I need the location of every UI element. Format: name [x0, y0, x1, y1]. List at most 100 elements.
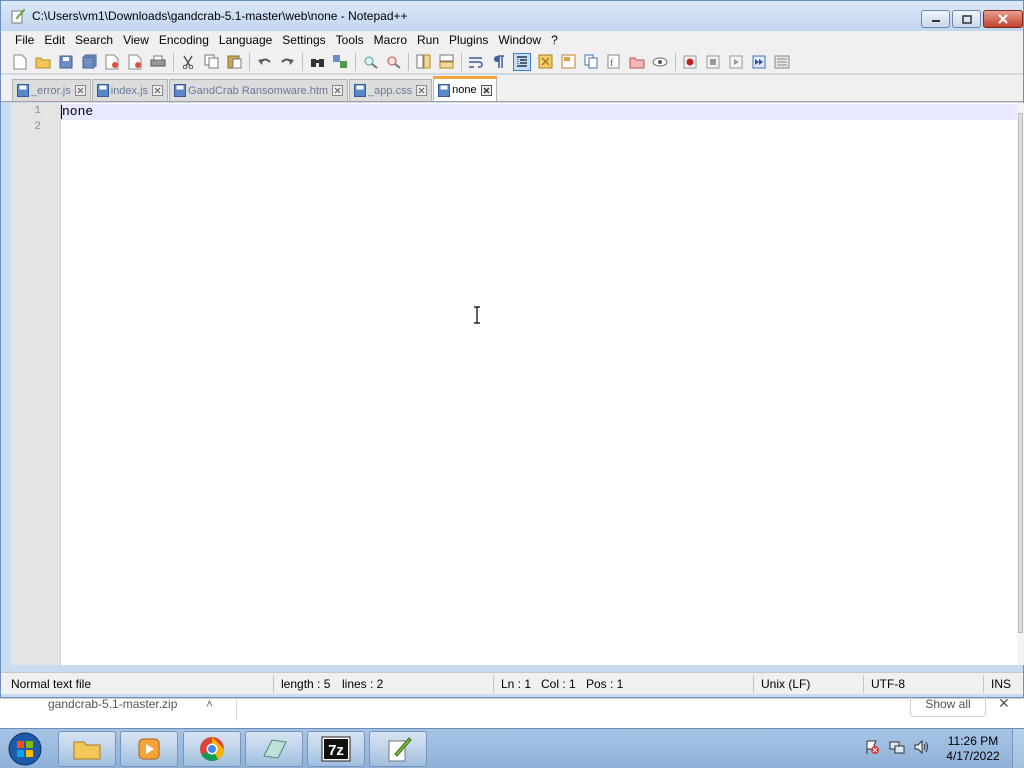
menu-edit[interactable]: Edit [39, 31, 70, 50]
vertical-scrollbar[interactable] [1017, 103, 1024, 665]
tab-close-icon[interactable] [416, 85, 428, 96]
menu-help[interactable]: ? [546, 31, 563, 50]
menu-plugins[interactable]: Plugins [444, 31, 493, 50]
doc-map-button[interactable] [559, 53, 577, 71]
new-file-button[interactable] [11, 53, 29, 71]
code-area[interactable]: none [61, 103, 1017, 665]
status-file-type: Normal text file [11, 677, 92, 691]
menu-settings[interactable]: Settings [277, 31, 330, 50]
indent-guide-button[interactable] [513, 52, 531, 71]
undo-button[interactable] [255, 53, 273, 71]
scrollbar-thumb[interactable] [1018, 113, 1023, 633]
fast-forward-icon [752, 55, 766, 68]
word-wrap-button[interactable] [467, 53, 485, 71]
tab-none[interactable]: none [433, 76, 497, 101]
code-line[interactable]: none [62, 104, 93, 119]
tab-gandcrab-htm[interactable]: GandCrab Ransomware.htm [169, 79, 349, 101]
minimize-button[interactable] [921, 10, 950, 28]
sync-horizontal-icon [439, 54, 453, 69]
language-udl-button[interactable] [536, 53, 554, 71]
folder-workspace-icon [629, 57, 645, 68]
find-button[interactable] [308, 53, 326, 71]
network-icon[interactable] [889, 739, 905, 755]
menu-window[interactable]: Window [493, 31, 546, 50]
maximize-button[interactable] [952, 10, 981, 28]
macro-run-multiple-button[interactable] [750, 53, 768, 71]
status-encoding[interactable]: UTF-8 [871, 677, 905, 691]
volume-icon[interactable] [914, 739, 930, 755]
tab-close-icon[interactable] [480, 84, 492, 96]
sync-horizontal-button[interactable] [437, 53, 455, 71]
save-button[interactable] [57, 53, 75, 71]
download-item[interactable]: gandcrab-5.1-master.zip [48, 697, 177, 711]
saved-file-icon [354, 84, 367, 97]
menu-file[interactable]: File [10, 31, 39, 50]
close-icon[interactable]: ✕ [998, 695, 1010, 712]
system-clock[interactable]: 11:26 PM 4/17/2022 [940, 734, 1006, 764]
copy-button[interactable] [202, 53, 220, 71]
tab-index-js[interactable]: index.js [91, 79, 169, 101]
menu-language[interactable]: Language [214, 31, 277, 50]
title-bar[interactable]: C:\Users\vm1\Downloads\gandcrab-5.1-mast… [1, 1, 1023, 31]
menu-run[interactable]: Run [412, 31, 444, 50]
taskbar-7zip[interactable]: 7z [307, 731, 365, 767]
macro-save-button[interactable] [773, 53, 791, 71]
chevron-up-icon[interactable]: ˄ [206, 697, 213, 711]
start-button[interactable] [6, 731, 44, 767]
word-wrap-icon [469, 56, 483, 68]
save-all-button[interactable] [80, 53, 98, 71]
menu-macro[interactable]: Macro [369, 31, 412, 50]
menu-view[interactable]: View [118, 31, 154, 50]
cut-button[interactable] [179, 53, 197, 71]
text-editor[interactable]: 1 2 none [11, 103, 1017, 665]
paste-button[interactable] [225, 53, 243, 71]
print-button[interactable] [149, 53, 167, 71]
open-file-button[interactable] [34, 53, 52, 71]
media-player-icon [138, 738, 160, 760]
macro-play-button[interactable] [727, 53, 745, 71]
tab-app-css[interactable]: _app.css [349, 79, 433, 101]
menu-encoding[interactable]: Encoding [154, 31, 214, 50]
menu-search[interactable]: Search [70, 31, 118, 50]
taskbar-app[interactable] [245, 731, 303, 767]
tab-error-js[interactable]: _error.js [12, 79, 91, 101]
folder-workspace-button[interactable] [628, 53, 646, 71]
menu-bar: File Edit Search View Encoding Language … [1, 31, 1023, 50]
replace-button[interactable] [331, 53, 349, 71]
tab-close-icon[interactable] [332, 85, 344, 96]
show-all-chars-button[interactable] [490, 53, 508, 71]
redo-icon [280, 58, 294, 65]
svg-text:7z: 7z [328, 742, 344, 759]
zoom-out-button[interactable] [384, 53, 402, 71]
tab-close-icon[interactable] [74, 85, 86, 96]
taskbar-media-player[interactable] [120, 731, 178, 767]
close-all-button[interactable] [126, 53, 144, 71]
print-icon [150, 55, 166, 66]
status-insert-mode[interactable]: INS [991, 677, 1011, 691]
macro-stop-button[interactable] [704, 53, 722, 71]
menu-tools[interactable]: Tools [331, 31, 369, 50]
tab-close-icon[interactable] [152, 85, 164, 96]
close-all-icon [128, 54, 141, 69]
notepadpp-icon [388, 737, 412, 762]
close-button[interactable] [983, 10, 1023, 28]
action-center-flag-icon[interactable] [864, 739, 880, 755]
show-desktop-button[interactable] [1012, 729, 1024, 768]
monitoring-button[interactable] [651, 53, 669, 71]
tab-label: none [452, 84, 477, 96]
screen: C:\Users\vm1\Downloads\gandcrab-5.1-mast… [0, 0, 1024, 768]
zoom-in-icon [364, 56, 378, 69]
status-eol[interactable]: Unix (LF) [761, 677, 810, 691]
taskbar-explorer[interactable] [58, 731, 116, 767]
redo-button[interactable] [278, 53, 296, 71]
show-all-button[interactable]: Show all [910, 695, 986, 717]
sync-vertical-button[interactable] [414, 53, 432, 71]
taskbar-notepadpp[interactable] [369, 731, 427, 767]
chrome-icon [200, 737, 224, 762]
zoom-in-button[interactable] [361, 53, 379, 71]
macro-record-button[interactable] [681, 53, 699, 71]
taskbar-chrome[interactable] [183, 731, 241, 767]
function-list-button[interactable]: f [605, 53, 623, 71]
doc-list-button[interactable] [582, 53, 600, 71]
close-file-button[interactable] [103, 53, 121, 71]
